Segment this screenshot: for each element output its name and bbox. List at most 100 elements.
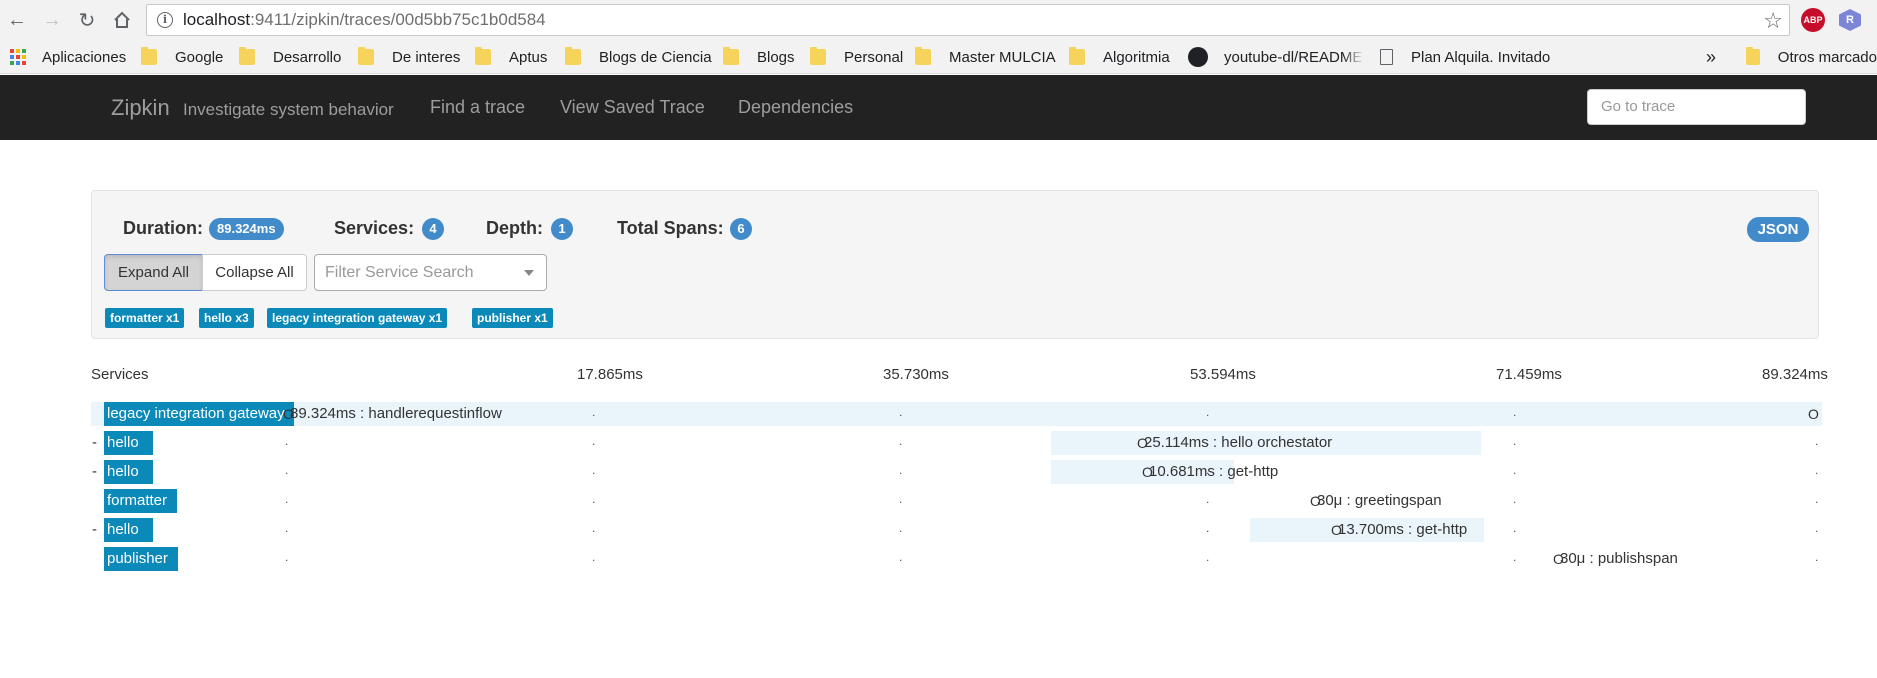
grid-dot: . bbox=[899, 521, 903, 535]
timeline-tick-label: 35.730ms bbox=[883, 366, 949, 383]
span-service-label[interactable]: legacy integration gateway bbox=[104, 402, 294, 426]
span-row[interactable]: ...... - hello O 13.700ms : get-http bbox=[91, 518, 1877, 544]
extension-r-icon[interactable]: R bbox=[1839, 9, 1861, 31]
bookmark-desarrollo[interactable]: Desarrollo bbox=[239, 40, 341, 74]
span-end-marker: O bbox=[1808, 406, 1819, 422]
bookmark-label: Blogs bbox=[757, 48, 795, 66]
expand-all-button[interactable]: Expand All bbox=[104, 254, 203, 291]
grid-dot: . bbox=[899, 550, 903, 564]
service-filter-select[interactable]: Filter Service Search bbox=[314, 254, 547, 291]
span-label: 30μ : publishspan bbox=[1560, 550, 1678, 567]
bookmark-label: De interes bbox=[392, 48, 461, 66]
span-service-label[interactable]: hello bbox=[104, 431, 153, 455]
browser-toolbar: ← → ↻ i localhost:9411/zipkin/traces/00d… bbox=[0, 0, 1877, 40]
span-label: 89.324ms : handlerequestinflow bbox=[290, 405, 502, 422]
bookmark-apps[interactable]: Aplicaciones bbox=[10, 40, 126, 74]
bookmark-blogs[interactable]: Blogs bbox=[723, 40, 795, 74]
bookmark-star-icon[interactable]: ☆ bbox=[1763, 8, 1783, 34]
grid-dot: . bbox=[592, 405, 596, 419]
nav-view-saved-trace[interactable]: View Saved Trace bbox=[560, 97, 705, 118]
grid-dot: . bbox=[285, 550, 289, 564]
bookmark-label: Algoritmia bbox=[1103, 48, 1170, 66]
trace-summary-panel: Duration: 89.324ms Services: 4 Depth: 1 … bbox=[91, 190, 1819, 339]
address-bar[interactable]: i localhost:9411/zipkin/traces/00d5bb75c… bbox=[146, 4, 1790, 36]
json-button[interactable]: JSON bbox=[1747, 217, 1809, 242]
service-tag-publisher[interactable]: publisher x1 bbox=[472, 308, 553, 328]
grid-dot: . bbox=[285, 434, 289, 448]
bookmark-plan-alquila[interactable]: Plan Alquila. Invitado bbox=[1380, 40, 1581, 74]
span-service-label[interactable]: formatter bbox=[104, 489, 177, 513]
grid-dot: . bbox=[1513, 550, 1517, 564]
bookmark-algoritmia[interactable]: Algoritmia bbox=[1069, 40, 1170, 74]
span-label: 30μ : greetingspan bbox=[1317, 492, 1442, 509]
bookmark-otros-marcadores[interactable]: Otros marcado bbox=[1746, 40, 1877, 74]
bookmark-personal[interactable]: Personal bbox=[810, 40, 903, 74]
span-row[interactable]: ...... publisher O 30μ : publishspan bbox=[91, 547, 1877, 573]
folder-icon bbox=[1069, 47, 1085, 65]
forward-arrow-icon[interactable]: → bbox=[40, 8, 64, 32]
nav-dependencies[interactable]: Dependencies bbox=[738, 97, 853, 118]
collapse-toggle-icon[interactable]: - bbox=[92, 463, 97, 480]
span-row[interactable]: ...... formatter O 30μ : greetingspan bbox=[91, 489, 1877, 515]
grid-dot: . bbox=[285, 463, 289, 477]
bookmarks-bar: Aplicaciones Google Desarrollo De intere… bbox=[0, 40, 1877, 74]
url-text[interactable]: localhost:9411/zipkin/traces/00d5bb75c1b… bbox=[183, 10, 546, 30]
trace-timeline: Services 17.865ms 35.730ms 53.594ms 71.4… bbox=[91, 366, 1877, 571]
brand-logo[interactable]: Zipkin bbox=[111, 95, 170, 121]
span-service-label[interactable]: publisher bbox=[104, 547, 178, 571]
apps-grid-icon bbox=[10, 49, 26, 65]
span-row[interactable]: ...... - hello O 10.681ms : get-http bbox=[91, 460, 1877, 486]
span-service-label[interactable]: hello bbox=[104, 460, 153, 484]
bookmark-google[interactable]: Google bbox=[141, 40, 223, 74]
bookmark-de-interes[interactable]: De interes bbox=[358, 40, 460, 74]
folder-icon bbox=[141, 47, 157, 65]
grid-dot: . bbox=[285, 521, 289, 535]
depth-badge: 1 bbox=[551, 218, 573, 240]
grid-dot: . bbox=[1206, 550, 1210, 564]
reload-icon[interactable]: ↻ bbox=[75, 8, 99, 32]
service-tag-formatter[interactable]: formatter x1 bbox=[105, 308, 185, 328]
collapse-all-button[interactable]: Collapse All bbox=[202, 254, 307, 291]
dropdown-caret-icon bbox=[524, 270, 534, 276]
grid-dot: . bbox=[592, 550, 596, 564]
span-row[interactable]: .... legacy integration gateway O 89.324ms … bbox=[91, 402, 1877, 428]
grid-dot: . bbox=[1815, 434, 1819, 448]
span-service-label[interactable]: hello bbox=[104, 518, 153, 542]
collapse-toggle-icon[interactable]: - bbox=[92, 521, 97, 538]
grid-dot: . bbox=[592, 521, 596, 535]
go-to-trace-input[interactable]: Go to trace bbox=[1587, 89, 1806, 125]
grid-dot: . bbox=[285, 492, 289, 506]
bookmark-label: Personal bbox=[844, 48, 904, 66]
brand-tagline: Investigate system behavior bbox=[183, 100, 394, 119]
bookmarks-overflow-chevron-icon[interactable]: » bbox=[1706, 40, 1716, 74]
bookmark-label: Otros marcado bbox=[1777, 48, 1877, 66]
total-spans-badge: 6 bbox=[730, 218, 752, 240]
timeline-tick-label: 89.324ms bbox=[1762, 366, 1828, 383]
bookmark-label: Desarrollo bbox=[273, 48, 342, 66]
bookmark-label: Plan Alquila. Invitado bbox=[1411, 48, 1551, 66]
grid-dot: . bbox=[1206, 492, 1210, 506]
bookmark-label: Blogs de Ciencia bbox=[599, 48, 712, 66]
service-tag-hello[interactable]: hello x3 bbox=[199, 308, 254, 328]
back-arrow-icon[interactable]: ← bbox=[5, 8, 29, 32]
span-row[interactable]: ...... - hello O 25.114ms : hello orchestato… bbox=[91, 431, 1877, 457]
grid-dot: . bbox=[592, 492, 596, 506]
bookmark-blogs-de-ciencia[interactable]: Blogs de Ciencia bbox=[565, 40, 712, 74]
home-icon[interactable] bbox=[110, 8, 134, 32]
bookmark-master-mulcia[interactable]: Master MULCIA bbox=[915, 40, 1056, 74]
grid-dot: . bbox=[899, 434, 903, 448]
nav-find-trace[interactable]: Find a trace bbox=[430, 97, 525, 118]
service-tag-legacy-integration-gateway[interactable]: legacy integration gateway x1 bbox=[267, 308, 448, 328]
grid-dot: . bbox=[1815, 463, 1819, 477]
folder-icon bbox=[810, 47, 826, 65]
bookmark-aptus[interactable]: Aptus bbox=[475, 40, 547, 74]
adblock-extension-icon[interactable]: ABP bbox=[1801, 8, 1825, 32]
folder-icon bbox=[358, 47, 374, 65]
grid-dot: . bbox=[899, 463, 903, 477]
bookmark-youtube-dl[interactable]: youtube-dl/README bbox=[1188, 40, 1364, 74]
grid-dot: . bbox=[1513, 521, 1517, 535]
info-icon[interactable]: i bbox=[157, 12, 173, 28]
github-icon bbox=[1188, 47, 1208, 67]
collapse-toggle-icon[interactable]: - bbox=[92, 434, 97, 451]
bookmark-label: Master MULCIA bbox=[949, 48, 1056, 66]
